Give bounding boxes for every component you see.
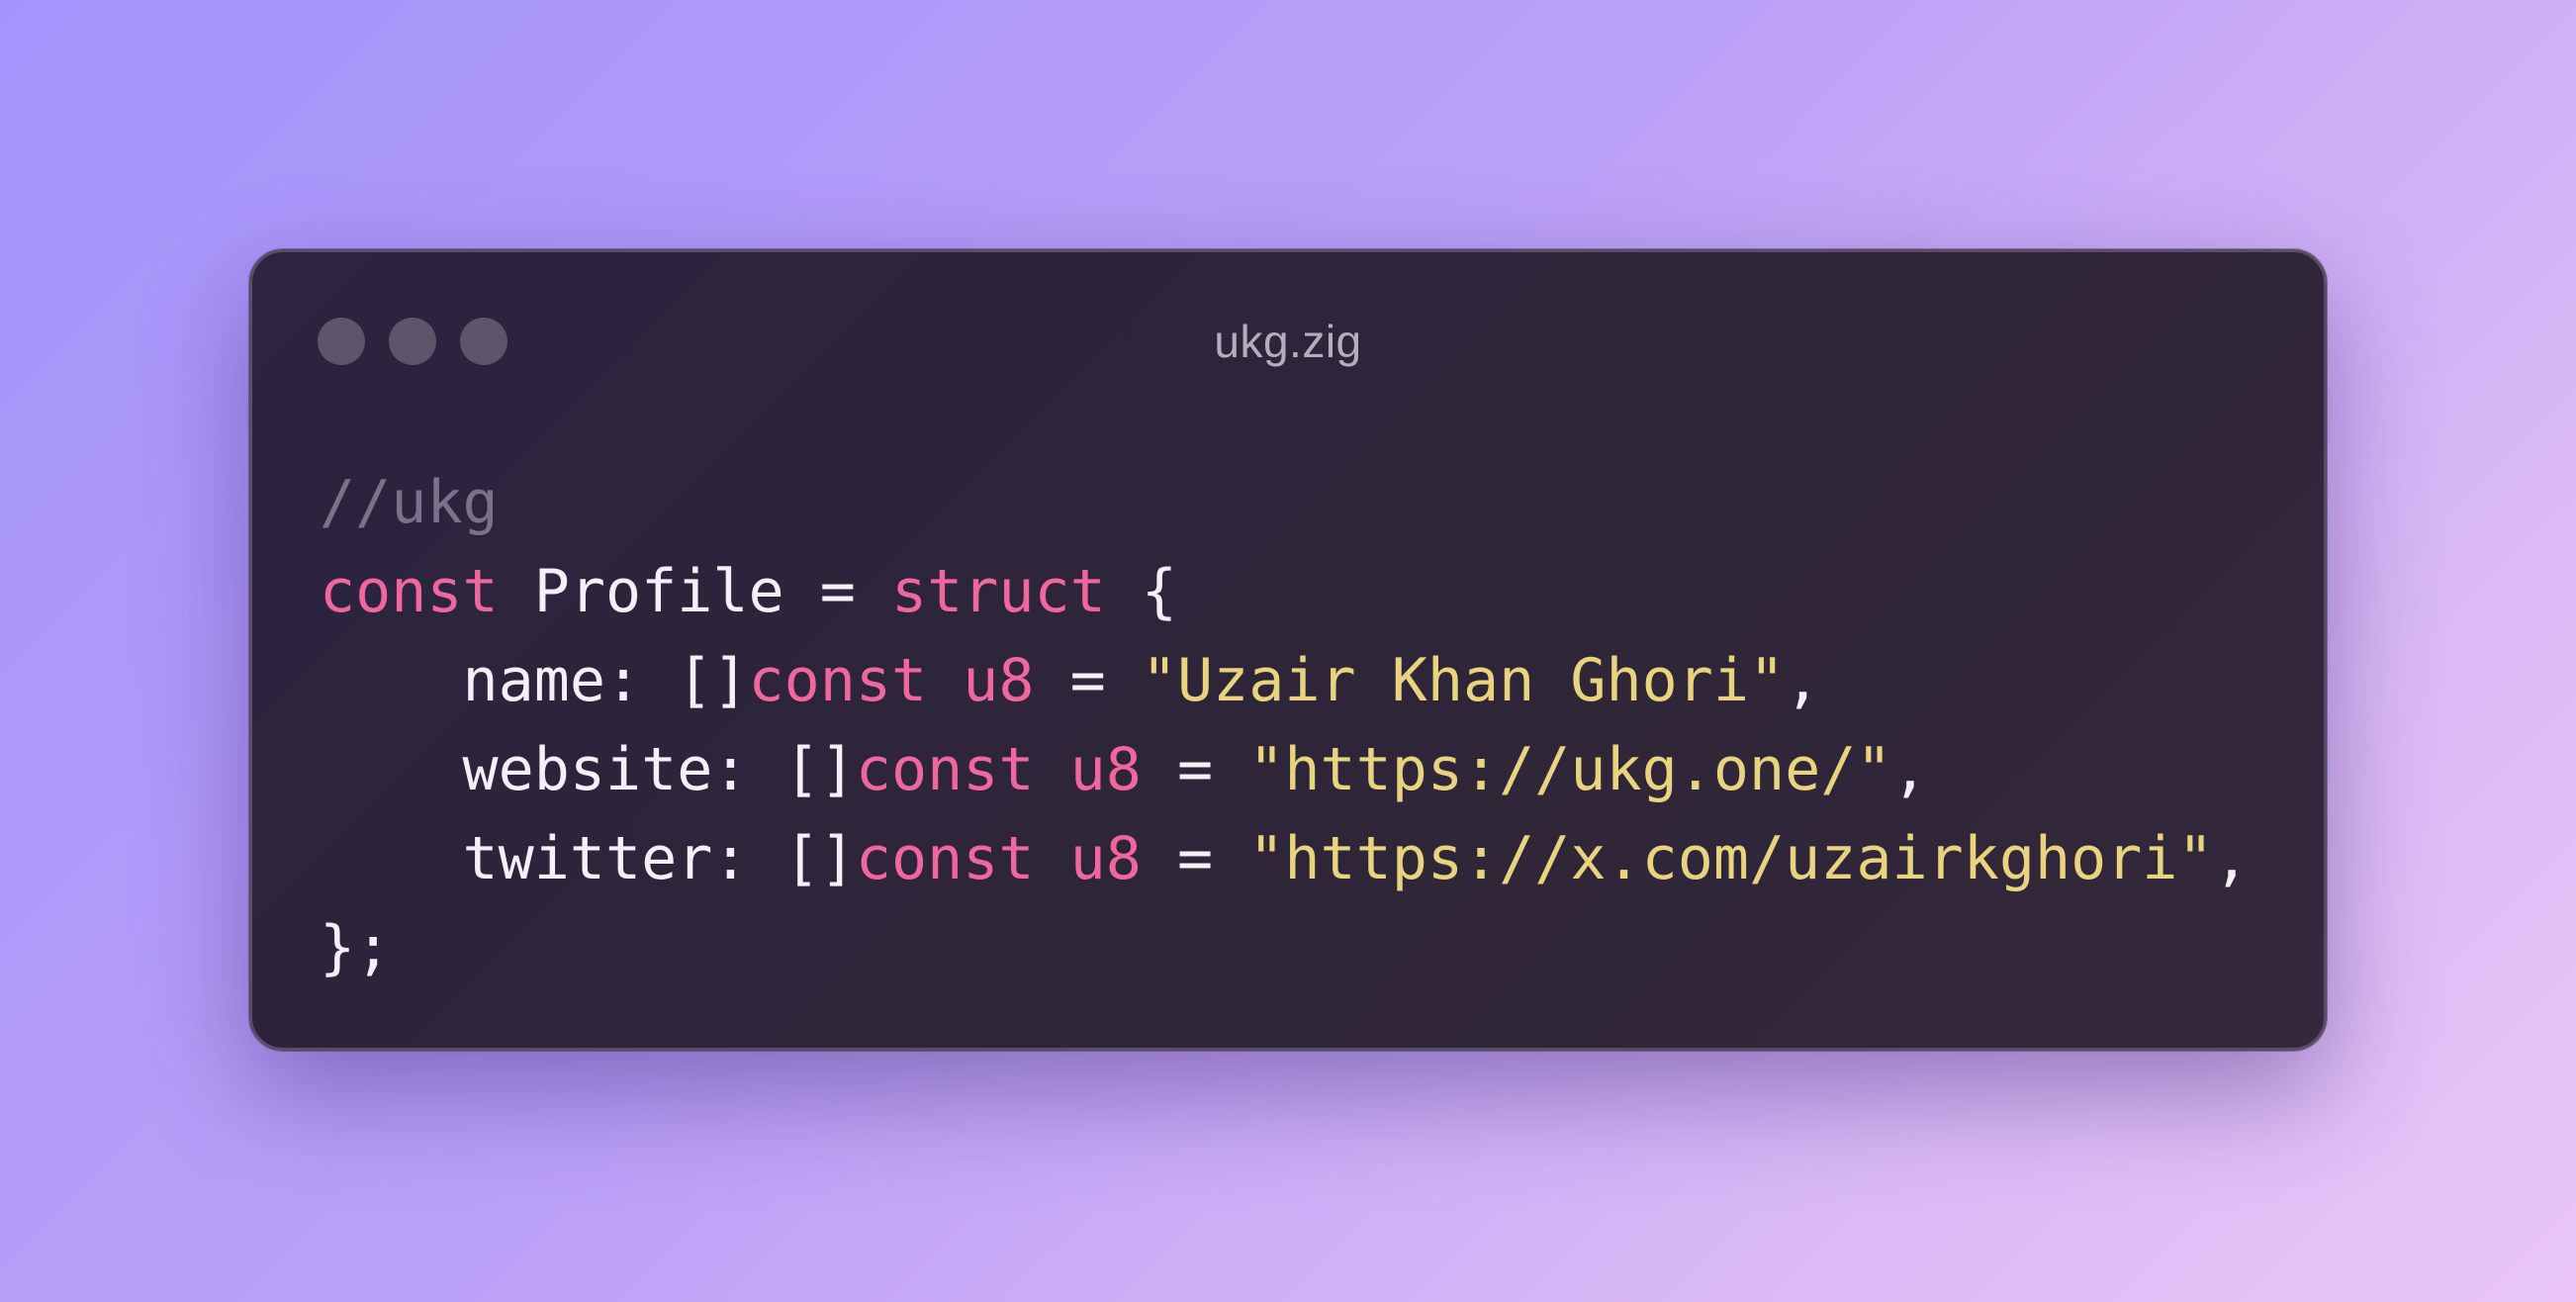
code-token-plain: =: [1141, 824, 1249, 893]
code-token-plain: website: []: [320, 735, 856, 804]
code-line: };: [320, 903, 2250, 992]
code-line: name: []const u8 = "Uzair Khan Ghori",: [320, 636, 2250, 725]
code-token-type: u8: [1069, 735, 1142, 804]
title-bar: ukg.zig: [252, 252, 2324, 381]
code-token-string: "https://x.com/uzairkghori": [1248, 824, 2214, 893]
code-token-type: u8: [1069, 824, 1142, 893]
code-token-keyword: const: [855, 735, 1035, 804]
code-block[interactable]: //ukg const Profile = struct { name: []co…: [320, 458, 2250, 992]
code-window: ukg.zig //ukg const Profile = struct { na…: [249, 249, 2327, 1051]
code-token-plain: {: [1105, 557, 1177, 626]
code-token-plain: twitter: []: [320, 824, 856, 893]
code-token-plain: =: [1034, 646, 1142, 715]
code-token-comment: //ukg: [320, 468, 499, 537]
code-token-plain: name: []: [320, 646, 749, 715]
code-line: //ukg: [320, 458, 2250, 547]
code-token-keyword: const: [320, 557, 499, 626]
code-token-type: u8: [963, 646, 1035, 715]
code-line: twitter: []const u8 = "https://x.com/uza…: [320, 814, 2250, 903]
code-token-keyword: const: [748, 646, 928, 715]
code-token-plain: ,: [2213, 824, 2250, 893]
code-token-plain: ,: [1891, 735, 1928, 804]
code-token-string: "https://ukg.one/": [1248, 735, 1892, 804]
code-token-keyword: const: [855, 824, 1035, 893]
code-token-plain: };: [320, 913, 392, 982]
code-line: website: []const u8 = "https://ukg.one/"…: [320, 725, 2250, 814]
code-token-plain: Profile =: [498, 557, 891, 626]
window-title: ukg.zig: [1214, 316, 1362, 367]
code-token-plain: =: [1141, 735, 1249, 804]
code-token-keyword: struct: [890, 557, 1106, 626]
code-token-plain: ,: [1785, 646, 1821, 715]
code-line: const Profile = struct {: [320, 547, 2250, 636]
code-token-string: "Uzair Khan Ghori": [1141, 646, 1786, 715]
